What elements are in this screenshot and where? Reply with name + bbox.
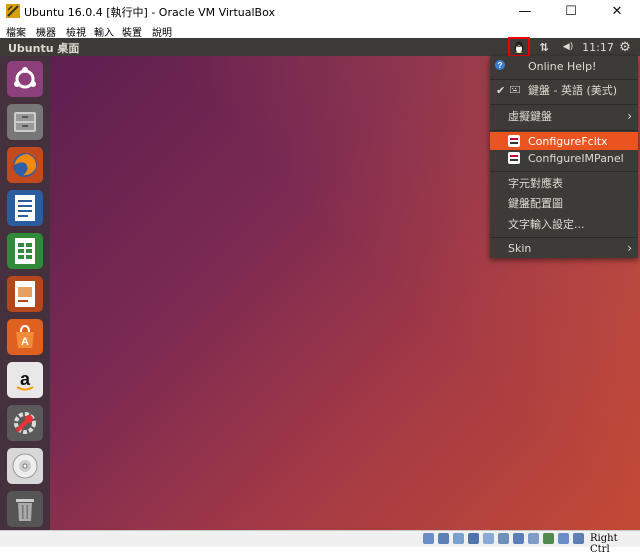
usb-icon[interactable] xyxy=(483,533,494,544)
vbox-menubar: 檔案 機器 檢視 輸入 裝置 說明 xyxy=(0,22,640,39)
online-help-label: Online Help! xyxy=(528,59,597,73)
configure-fcitx-label: ConfigureFcitx xyxy=(528,134,608,148)
launcher: A a xyxy=(0,56,50,530)
wrench-gear-icon xyxy=(14,412,36,434)
keyboard-layout-label: 鍵盤配置圖 xyxy=(508,197,563,210)
volume-icon[interactable]: ◀) xyxy=(558,38,578,56)
impanel-config-icon xyxy=(508,152,520,164)
spreadsheet-icon xyxy=(15,238,35,264)
fcitx-config-icon xyxy=(508,135,520,147)
penguin-icon xyxy=(514,41,524,54)
menu-item-char-map[interactable]: 字元對應表 xyxy=(490,173,638,193)
menu-item-virtual-keyboard[interactable]: 虛擬鍵盤 › xyxy=(490,106,638,126)
menu-item-keyboard-layout[interactable]: 鍵盤配置圖 xyxy=(490,193,638,213)
chevron-right-icon: › xyxy=(627,109,632,123)
menu-view[interactable]: 檢視 xyxy=(66,24,86,39)
file-cabinet-icon xyxy=(14,112,36,132)
maximize-button[interactable]: ☐ xyxy=(548,0,594,22)
menu-machine[interactable]: 機器 xyxy=(36,24,56,39)
svg-text:a: a xyxy=(20,369,31,389)
trash-can-icon xyxy=(16,499,34,521)
system-settings-icon[interactable] xyxy=(7,405,43,441)
menu-separator xyxy=(490,104,638,105)
presentation-icon xyxy=(15,281,35,307)
fcitx-menu: ? Online Help! ✔ 鍵盤 - 英語 (美式) 虛擬鍵盤 › Con… xyxy=(490,56,638,258)
optical-drive-icon[interactable] xyxy=(438,533,449,544)
audio-icon[interactable] xyxy=(453,533,464,544)
menu-item-configure-fcitx[interactable]: ConfigureFcitx xyxy=(490,132,638,150)
keyboard-en-label: 鍵盤 - 英語 (美式) xyxy=(528,84,618,97)
virtualbox-icon xyxy=(6,4,20,18)
writer-icon[interactable] xyxy=(7,190,43,226)
menu-input[interactable]: 輸入 xyxy=(94,24,114,39)
recording-icon[interactable] xyxy=(528,533,539,544)
close-button[interactable]: ✕ xyxy=(594,0,640,22)
shared-folder-icon[interactable] xyxy=(498,533,509,544)
menu-separator xyxy=(490,171,638,172)
minimize-button[interactable]: — xyxy=(502,0,548,22)
chevron-right-icon: › xyxy=(627,241,632,255)
ubuntu-top-panel: Ubuntu 桌面 ⇅ ◀) 11:17 ⚙ xyxy=(0,37,640,57)
impress-icon[interactable] xyxy=(7,276,43,312)
char-map-label: 字元對應表 xyxy=(508,177,563,190)
gear-icon[interactable]: ⚙ xyxy=(616,38,634,56)
dvd-icon[interactable] xyxy=(7,448,43,484)
check-icon: ✔ xyxy=(496,83,506,97)
menu-item-configure-impanel[interactable]: ConfigureIMPanel xyxy=(490,149,638,167)
hard-disk-icon[interactable] xyxy=(423,533,434,544)
amazon-icon[interactable]: a xyxy=(7,362,43,398)
disc-icon xyxy=(12,453,38,479)
keyboard-capture-icon[interactable] xyxy=(573,533,584,544)
network-adapter-icon[interactable] xyxy=(468,533,479,544)
svg-text:A: A xyxy=(21,336,29,348)
software-center-icon[interactable]: A xyxy=(7,319,43,355)
network-icon[interactable]: ⇅ xyxy=(536,38,552,56)
svg-text:?: ? xyxy=(498,61,503,70)
menu-item-keyboard-en[interactable]: ✔ 鍵盤 - 英語 (美式) xyxy=(490,79,638,101)
shopping-bag-icon: A xyxy=(16,324,34,348)
amazon-logo-icon: a xyxy=(16,369,34,391)
window-titlebar: Ubuntu 16.0.4 [執行中] - Oracle VM VirtualB… xyxy=(0,0,640,22)
virtual-keyboard-label: 虛擬鍵盤 xyxy=(508,110,552,123)
window-title: Ubuntu 16.0.4 [執行中] - Oracle VM VirtualB… xyxy=(24,6,275,19)
menu-help[interactable]: 說明 xyxy=(152,24,172,39)
skin-label: Skin xyxy=(508,241,532,255)
configure-impanel-label: ConfigureIMPanel xyxy=(528,151,624,165)
vbox-statusbar: Right Ctrl xyxy=(0,530,640,555)
display-icon[interactable] xyxy=(513,533,524,544)
cpu-icon[interactable] xyxy=(543,533,554,544)
calc-icon[interactable] xyxy=(7,233,43,269)
text-input-label: 文字輸入設定... xyxy=(508,218,585,231)
mouse-integration-icon[interactable] xyxy=(558,533,569,544)
trash-icon[interactable] xyxy=(7,491,43,527)
menu-devices[interactable]: 裝置 xyxy=(122,24,142,39)
menu-item-text-input[interactable]: 文字輸入設定... xyxy=(490,214,638,234)
menu-separator xyxy=(490,130,638,131)
firefox-icon[interactable] xyxy=(7,147,43,183)
panel-title: Ubuntu 桌面 xyxy=(8,42,80,55)
menu-item-online-help[interactable]: ? Online Help! xyxy=(490,56,638,76)
document-icon xyxy=(15,195,35,221)
ubuntu-dash-icon[interactable] xyxy=(7,61,43,97)
clock[interactable]: 11:17 xyxy=(582,38,614,56)
fcitx-tray-button[interactable] xyxy=(508,37,530,57)
keyboard-icon xyxy=(510,86,520,93)
firefox-globe-icon xyxy=(13,153,37,177)
host-key-label: Right Ctrl xyxy=(590,533,618,555)
help-icon: ? xyxy=(495,60,505,70)
ubuntu-logo-icon xyxy=(14,67,36,89)
files-icon[interactable] xyxy=(7,104,43,140)
menu-file[interactable]: 檔案 xyxy=(6,24,26,39)
menu-item-skin[interactable]: Skin › xyxy=(490,238,638,258)
